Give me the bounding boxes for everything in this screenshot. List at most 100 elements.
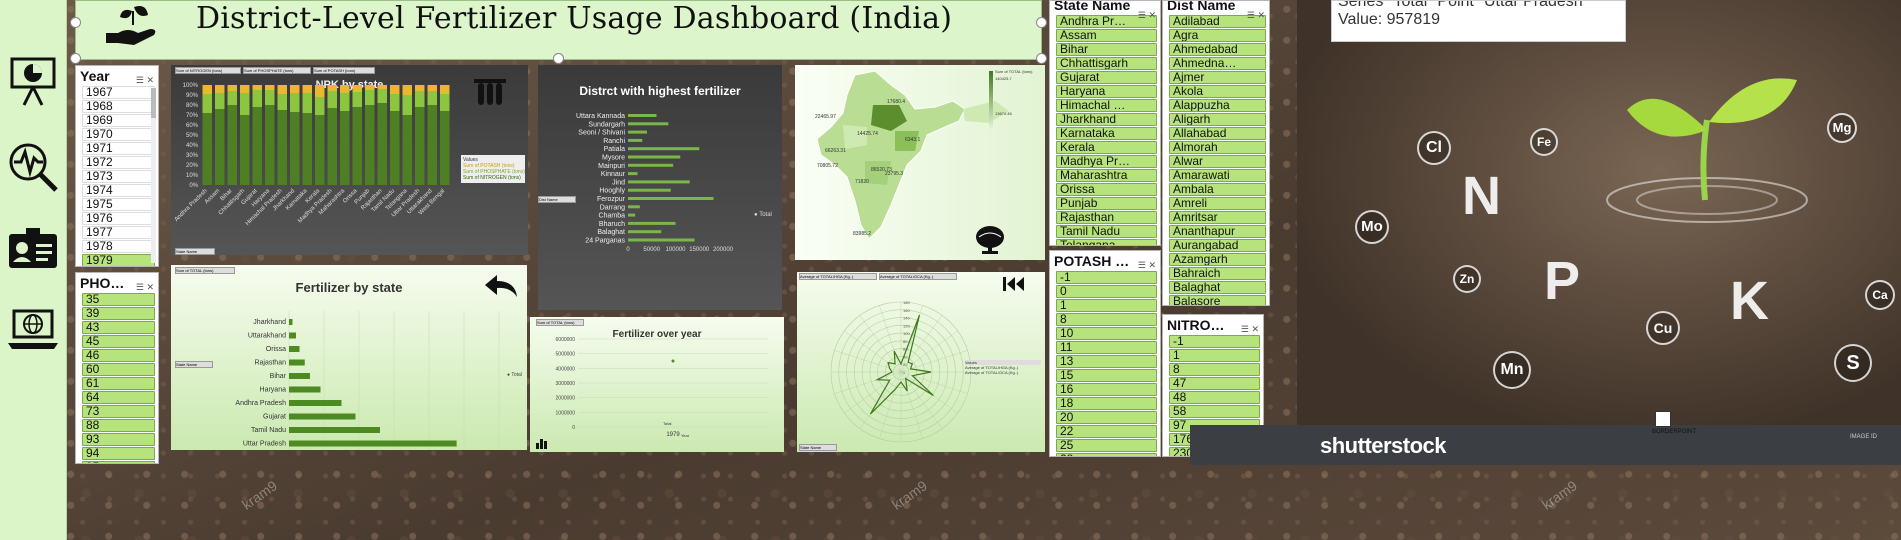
field-button[interactable]: Dist Name: [538, 196, 576, 203]
slicer-item[interactable]: Ajmer: [1169, 71, 1266, 84]
slicer-item[interactable]: Aurangabad: [1169, 239, 1266, 252]
slicer-item[interactable]: 1: [1056, 299, 1157, 312]
slicer-item[interactable]: Himachal …: [1056, 99, 1157, 112]
slicer-item[interactable]: 1968: [82, 100, 155, 113]
slicer-item[interactable]: 48: [1169, 391, 1260, 404]
slicer-item[interactable]: Ananthapur: [1169, 225, 1266, 238]
multiselect-filter-icon[interactable]: ☰ ✕: [1138, 5, 1156, 25]
resize-handle[interactable]: [70, 53, 81, 64]
slicer-item[interactable]: 43: [82, 321, 155, 334]
slicer-item[interactable]: Balaghat: [1169, 281, 1266, 294]
slicer-item[interactable]: Alappuzha: [1169, 99, 1266, 112]
slicer-item[interactable]: Agra: [1169, 29, 1266, 42]
slicer-item[interactable]: Orissa: [1056, 183, 1157, 196]
slicer-item[interactable]: 45: [82, 335, 155, 348]
slicer-item[interactable]: 16: [1056, 383, 1157, 396]
slicer-item[interactable]: 47: [1169, 377, 1260, 390]
slicer-item[interactable]: 39: [82, 307, 155, 320]
slicer-item[interactable]: 88: [82, 419, 155, 432]
resize-handle[interactable]: [70, 17, 81, 28]
slicer-item[interactable]: Ahmedna…: [1169, 57, 1266, 70]
slicer-item[interactable]: Karnataka: [1056, 127, 1157, 140]
slicer-item[interactable]: Balasore: [1169, 295, 1266, 305]
slicer-item[interactable]: 1971: [82, 142, 155, 155]
field-button[interactable]: State Name: [175, 248, 215, 255]
multiselect-filter-icon[interactable]: ☰ ✕: [136, 70, 154, 90]
multiselect-filter-icon[interactable]: ☰ ✕: [1247, 5, 1265, 25]
slicer-item[interactable]: Chhattisgarh: [1056, 57, 1157, 70]
slicer-item[interactable]: 1972: [82, 156, 155, 169]
slicer-item[interactable]: Bihar: [1056, 43, 1157, 56]
slicer-item[interactable]: Gujarat: [1056, 71, 1157, 84]
slicer-item[interactable]: 10: [1056, 327, 1157, 340]
fertilizer-over-year-chart[interactable]: Sum of TOTAL (tons) Fertilizer over year…: [530, 317, 784, 452]
slicer-item[interactable]: Ahmedabad: [1169, 43, 1266, 56]
slicer-item[interactable]: Maharashtra: [1056, 169, 1157, 182]
multiselect-filter-icon[interactable]: ☰ ✕: [1138, 255, 1156, 275]
slicer-item[interactable]: Ambala: [1169, 183, 1266, 196]
field-button[interactable]: State Name: [799, 444, 837, 451]
slicer-item[interactable]: 61: [82, 377, 155, 390]
slicer-item[interactable]: Azamgarh: [1169, 253, 1266, 266]
field-button[interactable]: State Name: [175, 361, 213, 368]
globe-laptop-icon[interactable]: [6, 303, 60, 357]
slicer-item[interactable]: Alwar: [1169, 155, 1266, 168]
slicer-item[interactable]: 1979: [82, 254, 155, 266]
potash-slicer[interactable]: POTASH …☰ ✕ -10181011131516182022252829: [1049, 250, 1161, 457]
slicer-item[interactable]: 8: [1169, 363, 1260, 376]
slicer-item[interactable]: 95: [82, 461, 155, 463]
slicer-item[interactable]: 22: [1056, 425, 1157, 438]
slicer-item[interactable]: 1973: [82, 170, 155, 183]
npk-by-state-chart[interactable]: Sum of NITROGEN (tons) Sum of PHOSPHATE …: [171, 65, 528, 255]
slicer-item[interactable]: 1974: [82, 184, 155, 197]
slicer-item[interactable]: Jharkhand: [1056, 113, 1157, 126]
slicer-item[interactable]: Assam: [1056, 29, 1157, 42]
slicer-item[interactable]: Punjab: [1056, 197, 1157, 210]
slicer-item[interactable]: Amreli: [1169, 197, 1266, 210]
district-highest-chart[interactable]: Distrct with highest fertilizer Uttara K…: [538, 65, 782, 310]
slicer-item[interactable]: 25: [1056, 439, 1157, 452]
slicer-item[interactable]: Amarawati: [1169, 169, 1266, 182]
india-map-chart[interactable]: 22465.97 17680.4 14425.74 6343.1 66263.3…: [795, 65, 1045, 260]
slicer-item[interactable]: 1977: [82, 226, 155, 239]
slicer-item[interactable]: Bahraich: [1169, 267, 1266, 280]
slicer-item[interactable]: Akola: [1169, 85, 1266, 98]
slicer-item[interactable]: 58: [1169, 405, 1260, 418]
slicer-item[interactable]: Rajasthan: [1056, 211, 1157, 224]
district-name-slicer[interactable]: Dist Name ☰ ✕ Adilabad Agra Ahmedabad Ahmedn…: [1162, 0, 1270, 306]
multiselect-filter-icon[interactable]: ☰ ✕: [1241, 319, 1259, 339]
slicer-item[interactable]: 60: [82, 363, 155, 376]
slicer-item[interactable]: Almorah: [1169, 141, 1266, 154]
slicer-item[interactable]: Aligarh: [1169, 113, 1266, 126]
resize-handle[interactable]: [1036, 17, 1047, 28]
slicer-item[interactable]: 20: [1056, 411, 1157, 424]
year-slicer[interactable]: Year ☰ ✕ 1967 1968 1969 1970 1971 1972 1973 1974…: [75, 65, 159, 267]
slicer-item[interactable]: 1975: [82, 198, 155, 211]
pulse-search-icon[interactable]: [6, 140, 60, 194]
slicer-item[interactable]: 94: [82, 447, 155, 460]
fertilizer-by-state-chart[interactable]: Sum of TOTAL (tons) Fertilizer by state …: [171, 265, 527, 450]
slicer-item[interactable]: 73: [82, 405, 155, 418]
slicer-item[interactable]: Madhya Pr…: [1056, 155, 1157, 168]
slicer-item[interactable]: Amritsar: [1169, 211, 1266, 224]
slicer-item[interactable]: 46: [82, 349, 155, 362]
slicer-item[interactable]: 93: [82, 433, 155, 446]
multiselect-filter-icon[interactable]: ☰ ✕: [136, 277, 154, 297]
resize-handle[interactable]: [1036, 53, 1047, 64]
slicer-item[interactable]: Haryana: [1056, 85, 1157, 98]
slicer-item[interactable]: 64: [82, 391, 155, 404]
slicer-item[interactable]: 11: [1056, 341, 1157, 354]
radar-chart[interactable]: Average of TOTAL/HGA (Kg..) Average of T…: [797, 272, 1045, 452]
slicer-item[interactable]: 15: [1056, 369, 1157, 382]
slicer-item[interactable]: 0: [1056, 285, 1157, 298]
slicer-item[interactable]: 13: [1056, 355, 1157, 368]
resize-handle[interactable]: [553, 53, 564, 64]
state-name-slicer[interactable]: State Name ☰ ✕ Andhra Pr… Assam Bihar Chhatt…: [1049, 0, 1161, 246]
slicer-item[interactable]: 1969: [82, 114, 155, 127]
slicer-item[interactable]: 1978: [82, 240, 155, 253]
slicer-item[interactable]: Telangana: [1056, 239, 1157, 245]
slicer-item[interactable]: 18: [1056, 397, 1157, 410]
slicer-item[interactable]: 28: [1056, 453, 1157, 456]
slicer-item[interactable]: 1970: [82, 128, 155, 141]
slicer-item[interactable]: Allahabad: [1169, 127, 1266, 140]
